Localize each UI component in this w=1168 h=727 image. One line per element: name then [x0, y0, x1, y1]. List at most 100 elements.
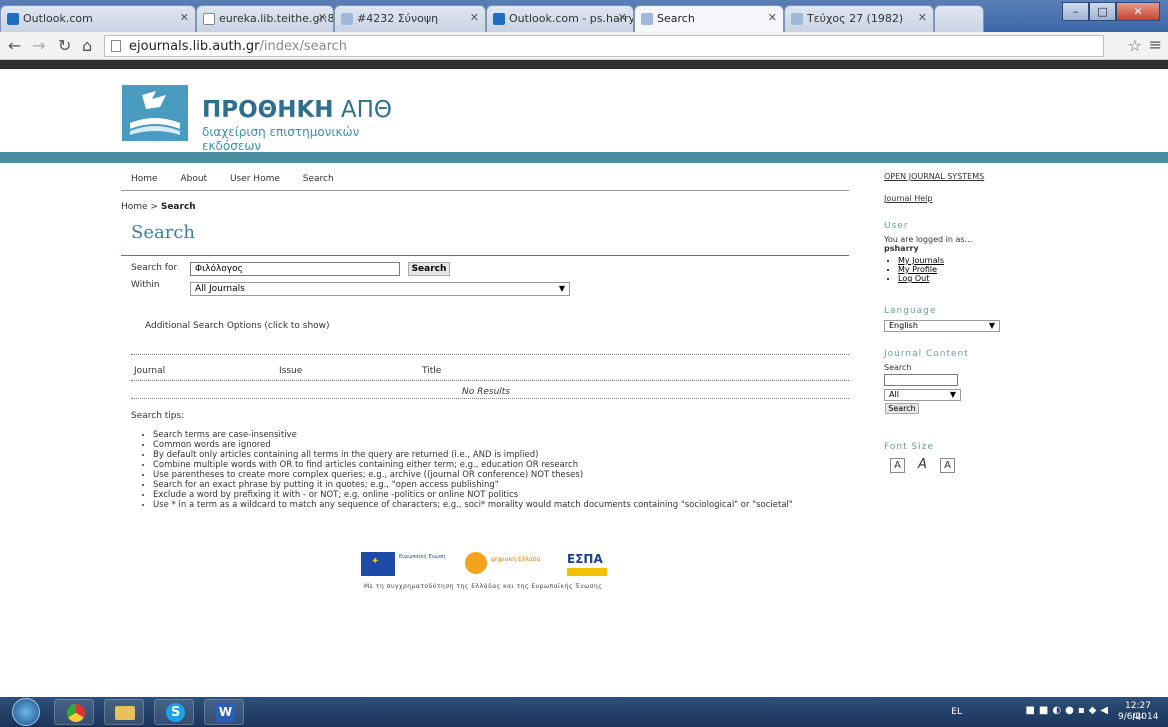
search-button[interactable]: Search — [408, 262, 450, 276]
within-select-value: All Journals — [195, 284, 245, 294]
content-scope-select[interactable]: All ▼ — [884, 389, 961, 401]
content-search-label: Search — [884, 363, 912, 372]
chrome-taskbar-icon[interactable] — [54, 699, 94, 725]
tab-issue[interactable]: Τεύχος 27 (1982) ✕ — [784, 5, 934, 32]
content-search-input[interactable] — [884, 374, 958, 386]
my-journals-link[interactable]: My Journals — [898, 256, 944, 265]
tab-title: Τεύχος 27 (1982) — [807, 12, 904, 25]
word-taskbar-icon[interactable]: W — [204, 699, 244, 725]
tab-outlook[interactable]: Outlook.com ✕ — [0, 5, 196, 32]
bookmark-star-icon[interactable]: ☆ — [1128, 36, 1142, 55]
search-tips-heading: Search tips: — [131, 411, 185, 421]
screen: Outlook.com ✕ eureka.lib.teithe.gr:8080/… — [0, 0, 1168, 727]
search-input[interactable]: Φιλόλογος — [190, 262, 400, 276]
eu-flag-icon: ✦ — [361, 552, 395, 576]
dropdown-arrow-icon: ▼ — [558, 284, 565, 293]
column-journal: Journal — [134, 366, 166, 376]
explorer-taskbar-icon[interactable] — [104, 699, 144, 725]
breadcrumb: Home > Search — [121, 202, 196, 212]
home-icon[interactable]: ⌂ — [82, 36, 92, 55]
close-icon[interactable]: ✕ — [918, 11, 927, 24]
close-icon[interactable]: ✕ — [470, 11, 479, 24]
username: psharry — [884, 244, 919, 253]
content-search-button[interactable]: Search — [885, 403, 919, 414]
site-logo[interactable]: ΠΡΟΘΗΚΗ ΑΠΘ διαχείριση επιστημονικών εκδ… — [122, 85, 402, 153]
column-issue: Issue — [279, 366, 303, 376]
dropdown-arrow-icon: ▼ — [988, 321, 995, 330]
new-tab-button[interactable] — [934, 5, 984, 32]
list-item: Search for an exact phrase by putting it… — [153, 480, 793, 490]
maximize-icon[interactable]: □ — [1089, 2, 1116, 21]
browser-toolbar: ← → ↻ ⌂ ejournals.lib.auth.gr/index/sear… — [0, 32, 1168, 60]
log-out-link[interactable]: Log Out — [898, 274, 944, 283]
breadcrumb-separator: > — [147, 202, 161, 212]
close-icon[interactable]: ✕ — [618, 11, 627, 24]
user-links: My Journals My Profile Log Out — [890, 256, 944, 283]
logo-title: ΠΡΟΘΗΚΗ ΑΠΘ — [202, 97, 392, 123]
forward-icon[interactable]: → — [32, 36, 45, 55]
page-icon — [203, 13, 215, 25]
espa-bar-icon — [567, 568, 607, 576]
close-icon[interactable]: ✕ — [180, 11, 189, 24]
language-indicator[interactable]: EL — [951, 707, 962, 717]
list-item: By default only articles containing all … — [153, 450, 793, 460]
clock-date[interactable]: 9/6/2014 — [1118, 712, 1158, 722]
page-icon — [341, 13, 353, 25]
main-nav: Home About User Home Search — [131, 174, 354, 184]
address-bar[interactable]: ejournals.lib.auth.gr/index/search — [104, 35, 1104, 57]
font-large-icon[interactable]: A — [940, 458, 955, 473]
page-icon — [641, 13, 653, 25]
tab-synopsis[interactable]: #4232 Σύνοψη ✕ — [334, 5, 486, 32]
user-heading: User — [884, 221, 909, 231]
url-text: ejournals.lib.auth.gr/index/search — [129, 39, 348, 54]
nav-about[interactable]: About — [180, 174, 207, 184]
book-logo-icon — [122, 85, 188, 141]
nav-divider — [121, 190, 849, 191]
list-item: Use parentheses to create more complex q… — [153, 470, 793, 480]
language-select[interactable]: English ▼ — [884, 320, 1000, 332]
back-icon[interactable]: ← — [8, 36, 21, 55]
nav-user-home[interactable]: User Home — [230, 174, 280, 184]
minimize-icon[interactable]: – — [1062, 2, 1089, 21]
nav-home[interactable]: Home — [131, 174, 158, 184]
list-item: Use * in a term as a wildcard to match a… — [153, 500, 793, 510]
windows-taskbar: S W EL ■■◐●▪◆◀ 12:27 μμ 9/6/2014 — [0, 697, 1168, 727]
browser-tab-bar: Outlook.com ✕ eureka.lib.teithe.gr:8080/… — [0, 0, 1168, 32]
window-close-icon[interactable]: ✕ — [1116, 2, 1160, 21]
reload-icon[interactable]: ↻ — [58, 36, 71, 55]
tab-outlook-psharry[interactable]: Outlook.com - ps.harry@l ✕ — [486, 5, 634, 32]
breadcrumb-home[interactable]: Home — [121, 202, 148, 212]
additional-search-options-link[interactable]: Additional Search Options (click to show… — [145, 321, 330, 331]
ojs-link[interactable]: OPEN JOURNAL SYSTEMS — [884, 172, 984, 181]
search-tips-list: Search terms are case-insensitive Common… — [145, 430, 793, 510]
journal-help-link[interactable]: Journal Help — [884, 194, 932, 203]
font-small-icon[interactable]: A — [890, 458, 905, 473]
within-label: Within — [131, 280, 160, 290]
list-item: Exclude a word by prefixing it with - or… — [153, 490, 793, 500]
my-profile-link[interactable]: My Profile — [898, 265, 944, 274]
digital-greece-icon — [465, 552, 487, 574]
digital-greece-text: ψηφιακή Ελλάδα — [491, 556, 541, 563]
font-medium-icon[interactable]: A — [915, 458, 930, 473]
close-icon[interactable]: ✕ — [318, 11, 327, 24]
page-icon — [791, 13, 803, 25]
tab-eureka[interactable]: eureka.lib.teithe.gr:8080/b ✕ — [196, 5, 334, 32]
tab-search[interactable]: Search ✕ — [634, 5, 784, 32]
tab-title: Search — [657, 12, 695, 25]
skype-taskbar-icon[interactable]: S — [154, 699, 194, 725]
list-item: Common words are ignored — [153, 440, 793, 450]
tray-icons[interactable]: ■■◐●▪◆◀ — [1025, 705, 1112, 716]
sponsor-logos: ✦ Ευρωπαϊκή Ένωση ψηφιακή Ελλάδα ΕΣΠΑ — [361, 550, 629, 580]
dropdown-arrow-icon: ▼ — [949, 390, 956, 399]
window-controls: – □ ✕ — [1062, 2, 1160, 22]
within-select[interactable]: All Journals ▼ — [190, 282, 570, 296]
logged-in-text: You are logged in as... — [884, 235, 973, 244]
start-button[interactable] — [12, 698, 40, 726]
close-icon[interactable]: ✕ — [768, 11, 777, 24]
nav-search[interactable]: Search — [303, 174, 334, 184]
tab-title: Outlook.com - ps.harry@l — [509, 12, 633, 25]
outlook-icon — [7, 13, 19, 25]
espa-logo-text: ΕΣΠΑ — [567, 552, 603, 566]
menu-icon[interactable]: ≡ — [1149, 35, 1162, 54]
breadcrumb-current[interactable]: Search — [161, 202, 196, 212]
